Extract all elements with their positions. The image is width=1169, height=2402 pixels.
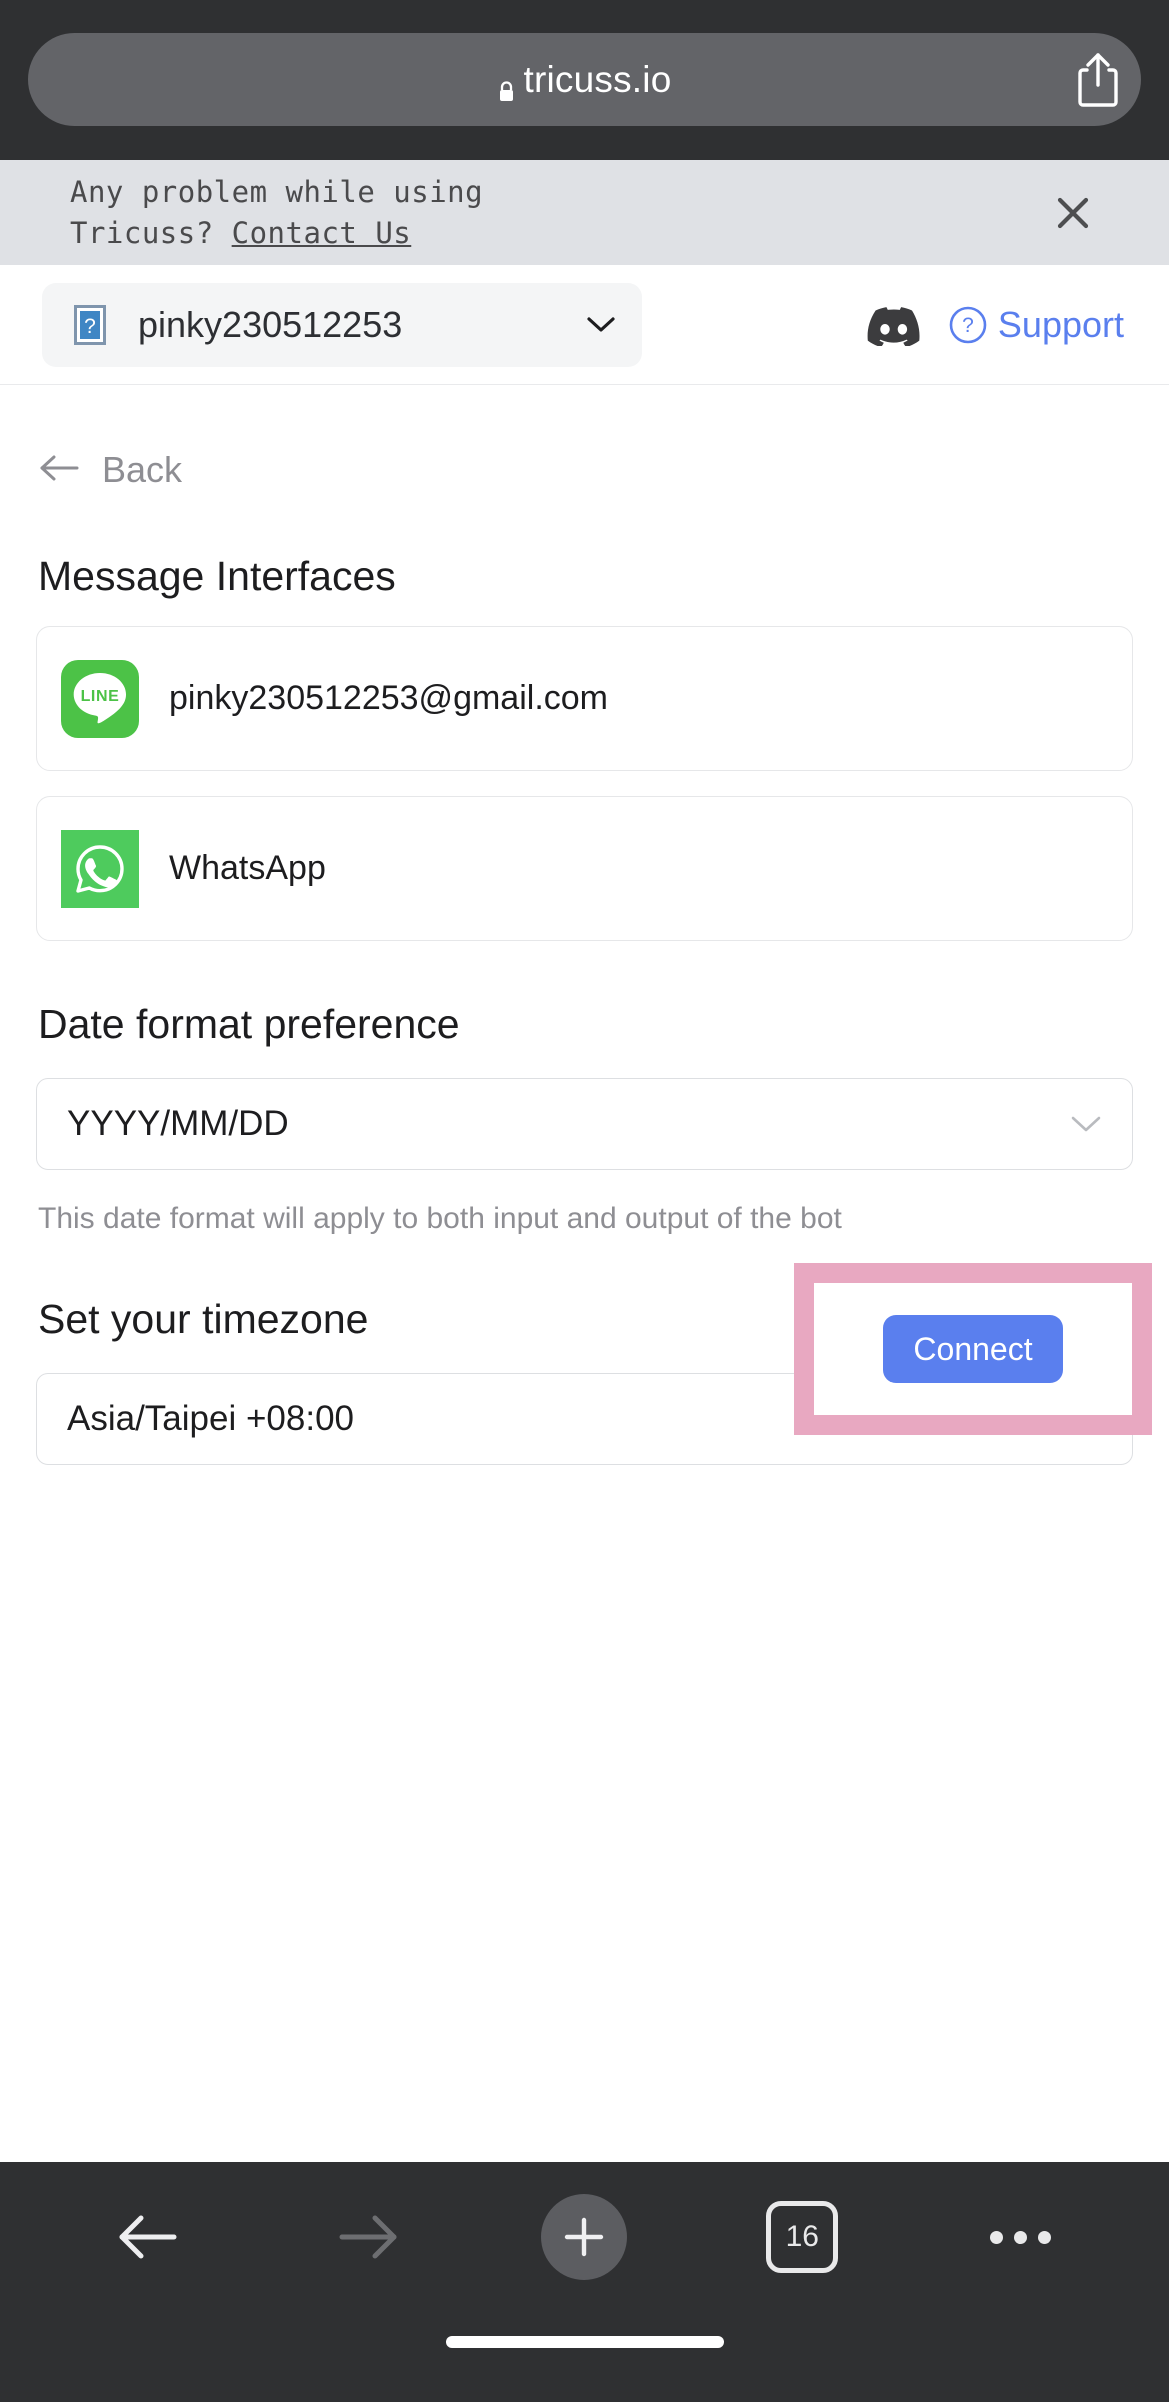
share-icon[interactable] xyxy=(1075,52,1121,108)
line-icon: LINE xyxy=(61,659,139,738)
browser-toolbar: 16 xyxy=(0,2162,1169,2312)
date-format-select[interactable]: YYYY/MM/DD xyxy=(36,1078,1133,1170)
date-format-value: YYYY/MM/DD xyxy=(67,1104,289,1143)
contact-us-link[interactable]: Contact Us xyxy=(232,216,412,250)
url-text-container: tricuss.io xyxy=(498,59,672,101)
chevron-down-icon xyxy=(586,316,616,334)
account-selector[interactable]: ? pinky230512253 xyxy=(42,282,642,367)
banner-line-2: Tricuss? Contact Us xyxy=(70,213,483,254)
header-actions: ? Support xyxy=(867,304,1124,347)
connect-button-highlight: Connect xyxy=(794,1263,1152,1435)
date-format-title: Date format preference xyxy=(38,1001,460,1047)
tab-count-badge: 16 xyxy=(766,2201,839,2273)
home-indicator xyxy=(445,2336,724,2348)
browser-forward-button[interactable] xyxy=(312,2182,422,2292)
arrow-left-icon xyxy=(40,454,80,487)
plus-icon xyxy=(541,2194,628,2280)
arrow-right-icon xyxy=(339,2215,397,2259)
chevron-down-icon xyxy=(1070,1114,1102,1134)
question-circle-icon: ? xyxy=(948,305,988,345)
svg-text:?: ? xyxy=(84,315,96,338)
browser-more-button[interactable] xyxy=(965,2182,1075,2292)
new-tab-button[interactable] xyxy=(529,2182,639,2292)
app-header: ? pinky230512253 ? Support xyxy=(0,265,1169,385)
banner-close-button[interactable] xyxy=(1052,192,1094,234)
account-name: pinky230512253 xyxy=(138,303,403,345)
back-button[interactable]: Back xyxy=(0,385,240,491)
whatsapp-icon xyxy=(61,829,139,908)
arrow-left-icon xyxy=(119,2215,177,2259)
banner-line-2-prefix: Tricuss? xyxy=(70,215,232,250)
banner-line-1: Any problem while using xyxy=(70,174,484,209)
support-link[interactable]: ? Support xyxy=(948,304,1124,346)
interface-label: WhatsApp xyxy=(169,849,326,887)
back-label: Back xyxy=(102,449,183,490)
url-bar[interactable]: tricuss.io xyxy=(28,33,1141,126)
discord-icon[interactable] xyxy=(867,304,921,347)
connect-button[interactable]: Connect xyxy=(883,1315,1063,1383)
svg-text:?: ? xyxy=(962,314,974,337)
browser-bottom-bar: 16 xyxy=(0,2162,1169,2402)
notification-banner: Any problem while using Tricuss? Contact… xyxy=(0,160,1169,265)
browser-back-button[interactable] xyxy=(94,2182,204,2292)
interface-row-whatsapp[interactable]: WhatsApp xyxy=(36,796,1133,941)
interface-row-line[interactable]: LINE pinky230512253@gmail.com xyxy=(36,626,1133,771)
tabs-button[interactable]: 16 xyxy=(747,2182,857,2292)
ellipsis-icon xyxy=(989,2230,1051,2244)
page-title: Message Interfaces xyxy=(38,553,396,599)
close-icon xyxy=(1057,197,1089,228)
page-content: Back Message Interfaces LINE pinky230512… xyxy=(0,385,1169,1465)
lock-icon xyxy=(498,70,515,101)
browser-top-bar: tricuss.io xyxy=(0,0,1169,160)
broken-image-placeholder-icon: ? xyxy=(68,301,112,349)
svg-text:LINE: LINE xyxy=(81,688,120,705)
banner-message: Any problem while using Tricuss? Contact… xyxy=(0,172,483,254)
support-label: Support xyxy=(997,303,1124,345)
date-format-helper: This date format will apply to both inpu… xyxy=(38,1202,842,1235)
url-host: tricuss.io xyxy=(523,58,672,100)
interface-label: pinky230512253@gmail.com xyxy=(169,679,608,717)
